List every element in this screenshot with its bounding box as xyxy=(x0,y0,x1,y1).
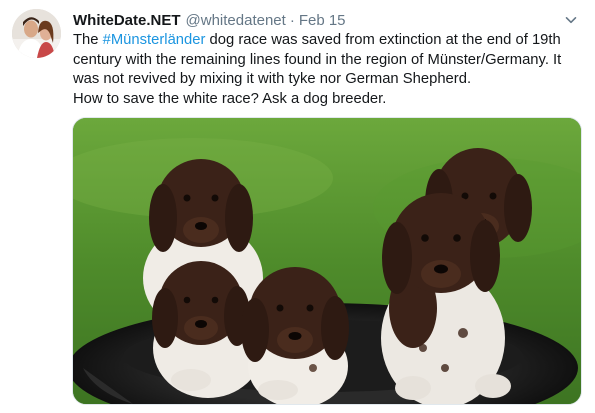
chevron-down-icon[interactable] xyxy=(561,10,581,30)
tweet-paragraph: The #Münsterländer dog race was saved fr… xyxy=(73,31,583,90)
separator-dot: · xyxy=(289,11,295,29)
hashtag-link[interactable]: #Münsterländer xyxy=(103,32,206,48)
puppies-photo xyxy=(73,118,581,404)
tweet-date[interactable]: Feb 15 xyxy=(299,12,346,29)
display-name[interactable]: WhiteDate.NET xyxy=(73,12,181,29)
tweet-paragraph-2: How to save the white race? Ask a dog br… xyxy=(73,90,387,107)
tweet-header: WhiteDate.NET @whitedatenet · Feb 15 xyxy=(73,10,581,30)
user-handle[interactable]: @whitedatenet xyxy=(186,12,286,29)
avatar[interactable] xyxy=(12,9,61,58)
tweet-text: The #Münsterländer dog race was saved fr… xyxy=(73,31,583,109)
tweet-photo[interactable] xyxy=(72,117,582,405)
tweet-text-start: The xyxy=(73,32,103,48)
